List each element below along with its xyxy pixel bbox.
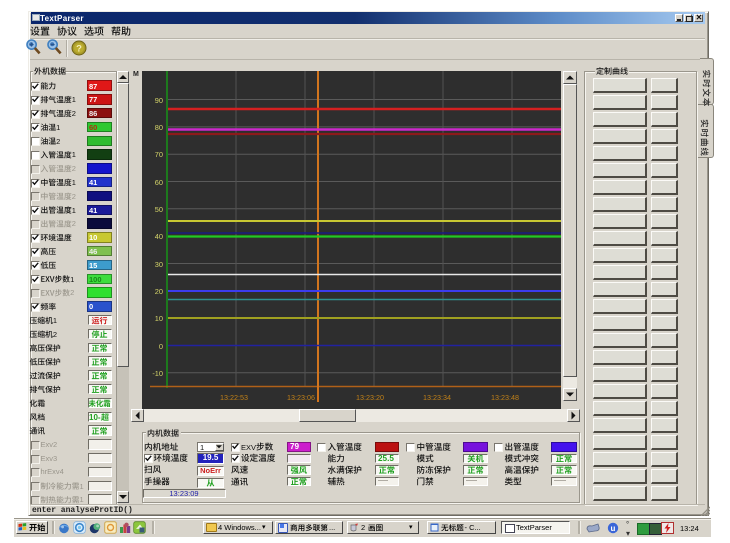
svg-text:u: u [611,524,616,533]
